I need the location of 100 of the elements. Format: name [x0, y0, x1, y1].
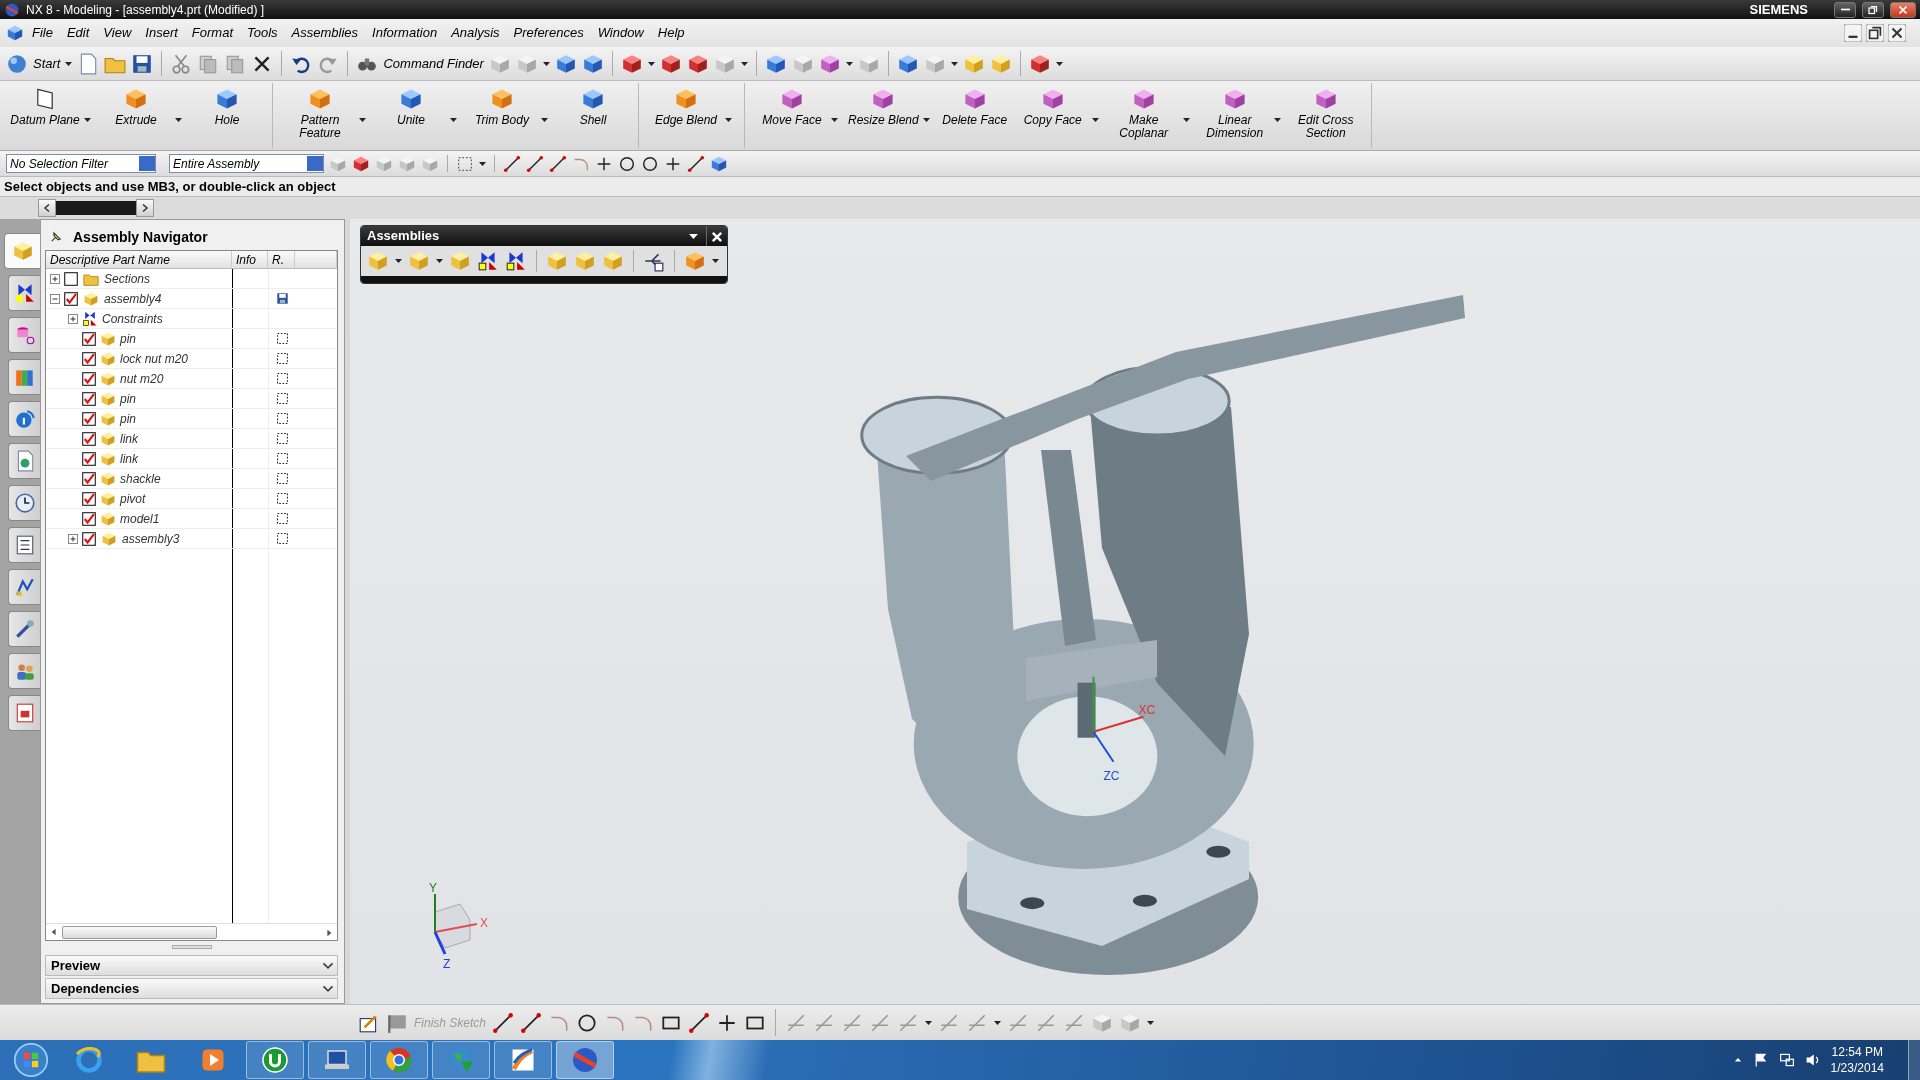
speaker-icon[interactable]	[1804, 1052, 1821, 1068]
line-icon[interactable]	[688, 1011, 711, 1034]
expand-icon[interactable]	[68, 533, 78, 544]
line-icon[interactable]	[526, 154, 544, 173]
scroll-left-button[interactable]	[38, 199, 56, 217]
circle-icon[interactable]	[641, 154, 659, 173]
ribbon-button[interactable]: Unite	[372, 83, 450, 131]
resource-tab[interactable]	[8, 443, 40, 479]
command-finder[interactable]: Command Finder	[383, 53, 484, 74]
scroll-right-icon[interactable]	[325, 928, 333, 937]
start-menu[interactable]: Start	[33, 53, 61, 74]
caret-icon[interactable]	[1273, 117, 1281, 122]
network-icon[interactable]	[1778, 1052, 1795, 1068]
checkbox[interactable]	[82, 411, 96, 426]
part-name[interactable]: nut m20	[120, 369, 164, 388]
constraint-icon[interactable]	[477, 250, 499, 272]
part-name[interactable]: Constraints	[102, 309, 163, 328]
part-minimize-icon[interactable]	[1844, 24, 1862, 42]
line-icon[interactable]	[549, 154, 567, 173]
taskbar-button[interactable]	[308, 1041, 366, 1079]
cube-icon[interactable]	[554, 52, 577, 75]
save-icon[interactable]	[131, 52, 154, 75]
caret-icon[interactable]	[994, 1020, 1002, 1025]
resource-tab[interactable]	[8, 653, 40, 689]
checkbox[interactable]	[82, 391, 96, 406]
caret-icon[interactable]	[845, 61, 853, 66]
ribbon-button[interactable]: Move Face	[753, 83, 831, 131]
resource-tab[interactable]	[8, 485, 40, 521]
menu-item[interactable]: Information	[366, 21, 444, 45]
caret-icon[interactable]	[950, 61, 958, 66]
resource-tab[interactable]	[8, 611, 40, 647]
caret-icon[interactable]	[1055, 61, 1063, 66]
menu-item[interactable]: Insert	[139, 21, 184, 45]
ribbon-button[interactable]: Copy Face	[1013, 83, 1092, 131]
cube-icon[interactable]	[710, 154, 728, 173]
caret-icon[interactable]	[542, 61, 550, 66]
menu-item[interactable]: File	[26, 21, 59, 45]
caret-icon[interactable]	[712, 259, 719, 263]
menu-item[interactable]: Window	[591, 21, 650, 45]
menu-item[interactable]: Assemblies	[285, 21, 365, 45]
part-name[interactable]: link	[120, 429, 138, 448]
caret-icon[interactable]	[395, 259, 402, 263]
taskbar-button[interactable]	[556, 1041, 614, 1079]
caret-icon[interactable]	[740, 61, 748, 66]
part-name[interactable]: shackle	[120, 469, 161, 488]
part-name[interactable]: link	[120, 449, 138, 468]
resource-tab[interactable]	[8, 317, 40, 353]
expand-icon[interactable]	[68, 313, 78, 324]
column-header[interactable]: R.	[268, 251, 295, 269]
circle-icon[interactable]	[618, 154, 636, 173]
taskbar-button[interactable]	[370, 1041, 428, 1079]
caret-icon[interactable]	[359, 117, 366, 122]
resource-tab[interactable]	[8, 527, 40, 563]
cube-icon[interactable]	[686, 52, 709, 75]
ribbon-button[interactable]: Hole	[188, 83, 266, 131]
column-header[interactable]: Info	[232, 251, 268, 269]
start-logo-icon[interactable]	[6, 52, 28, 75]
cube-icon[interactable]	[352, 154, 370, 173]
part-name[interactable]: pin	[120, 389, 136, 408]
ribbon-button[interactable]: Extrude	[97, 83, 175, 131]
scope-dropdown[interactable]: Entire Assembly	[169, 154, 324, 173]
taskbar-button[interactable]	[246, 1041, 304, 1079]
ribbon-button[interactable]: Edge Blend	[647, 83, 725, 131]
checkbox[interactable]	[82, 531, 96, 546]
caret-icon[interactable]	[84, 117, 91, 122]
pin-icon[interactable]	[49, 230, 63, 244]
checkbox[interactable]	[82, 451, 96, 466]
ribbon-button[interactable]: Shell	[554, 83, 632, 131]
ribbon-button[interactable]: Resize Blend	[844, 83, 923, 131]
scrollbar-thumb[interactable]	[62, 925, 217, 939]
line-icon[interactable]	[492, 1011, 515, 1034]
menu-item[interactable]: Edit	[60, 21, 96, 45]
cube-icon[interactable]	[659, 52, 682, 75]
resource-tab[interactable]	[8, 359, 40, 395]
checkbox[interactable]	[82, 351, 96, 366]
cube-icon[interactable]	[620, 52, 643, 75]
menu-item[interactable]: View	[97, 21, 138, 45]
resource-tab[interactable]	[4, 233, 40, 269]
menu-item[interactable]: Analysis	[445, 21, 506, 45]
resource-tab[interactable]	[8, 401, 40, 437]
caret-icon[interactable]	[1147, 1020, 1155, 1025]
part-restore-icon[interactable]	[1866, 24, 1884, 42]
part-name[interactable]: Sections	[104, 269, 151, 288]
collapse-icon[interactable]	[50, 293, 60, 304]
part-name[interactable]: assembly3	[122, 529, 180, 548]
restore-button[interactable]	[1862, 1, 1884, 18]
caret-icon[interactable]	[925, 1020, 933, 1025]
resource-tab[interactable]	[8, 569, 40, 605]
cube-icon[interactable]	[818, 52, 841, 75]
minimize-button[interactable]	[1834, 1, 1856, 18]
checkbox[interactable]	[82, 511, 96, 526]
caret-icon[interactable]	[541, 117, 548, 122]
part-name[interactable]: pin	[120, 409, 136, 428]
part-name[interactable]: pin	[120, 329, 136, 348]
caret-icon[interactable]	[1091, 117, 1099, 122]
caret-icon[interactable]	[450, 117, 457, 122]
menu-item[interactable]: Preferences	[507, 21, 590, 45]
cube-icon[interactable]	[764, 52, 787, 75]
ribbon-button[interactable]: Make Coplanar	[1104, 83, 1183, 144]
part-name[interactable]: assembly4	[104, 289, 162, 308]
